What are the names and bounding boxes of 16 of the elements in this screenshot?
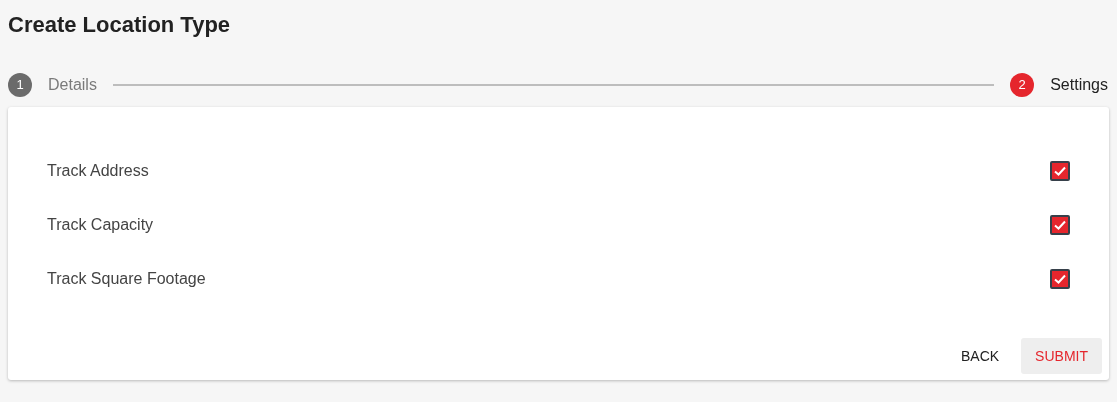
check-icon [1053,273,1067,285]
submit-button[interactable]: SUBMIT [1021,338,1102,374]
step-number: 2 [1010,73,1035,97]
setting-label: Track Square Footage [47,269,206,289]
checkbox[interactable] [1050,161,1070,181]
back-button[interactable]: BACK [947,338,1014,374]
step-label: Details [48,75,97,95]
check-icon [1053,219,1067,231]
check-icon [1053,165,1067,177]
setting-label: Track Capacity [47,215,154,235]
checkbox[interactable] [1050,269,1070,289]
step-label: Settings [1050,75,1108,95]
checkbox[interactable] [1050,215,1070,235]
step-number: 1 [8,73,32,97]
setting-label: Track Address [47,161,149,181]
page-title: Create Location Type [7,11,232,39]
